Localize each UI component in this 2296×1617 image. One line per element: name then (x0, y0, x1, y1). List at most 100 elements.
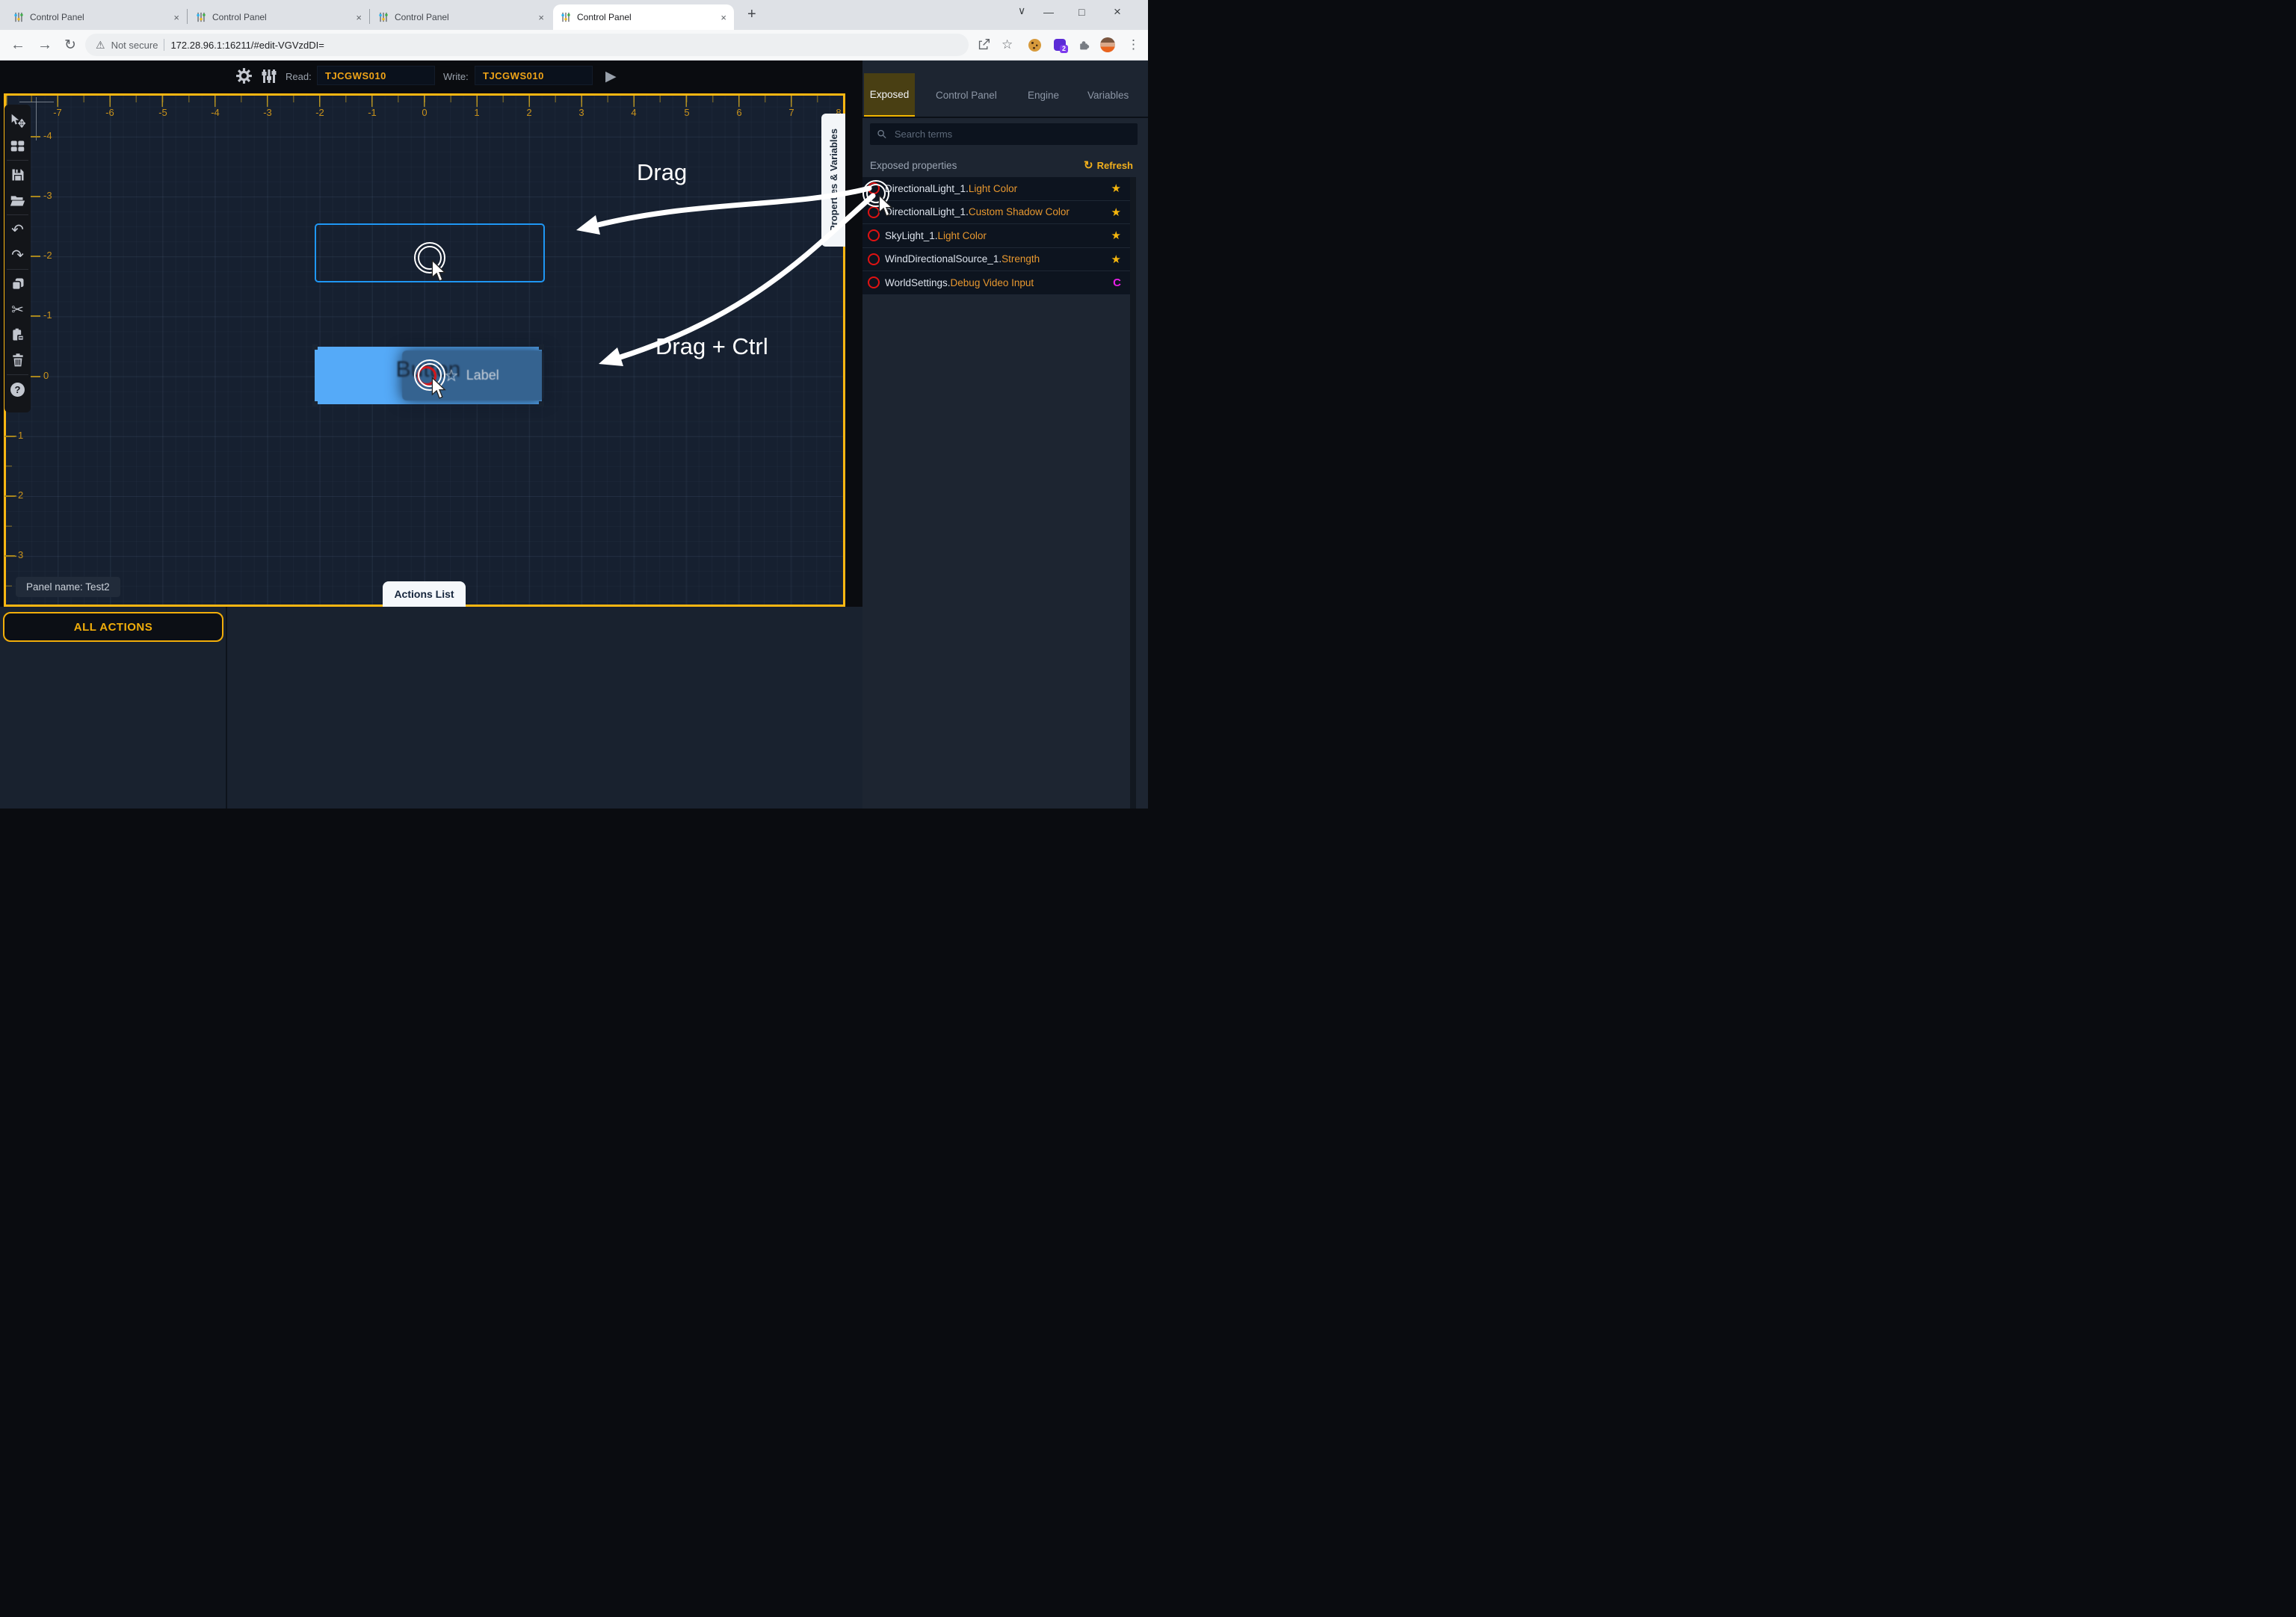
tab-close-icon[interactable]: × (173, 12, 179, 23)
star-badge-icon[interactable]: ★ (1111, 229, 1121, 242)
resize-handle[interactable] (539, 401, 544, 406)
open-button[interactable] (4, 188, 31, 213)
mouse-cursor-icon (430, 259, 448, 287)
record-circle-icon[interactable] (868, 229, 880, 241)
property-row[interactable]: SkyLight_1. Light Color ★ (862, 224, 1130, 248)
property-row[interactable]: DirectionalLight_1. Light Color ★ (862, 177, 1130, 201)
tab-exposed[interactable]: Exposed (864, 73, 915, 117)
tab-control-panel[interactable]: Control Panel (936, 90, 997, 101)
star-badge-icon[interactable]: ★ (1111, 205, 1121, 219)
sliders-icon[interactable] (260, 67, 278, 89)
record-circle-icon[interactable] (868, 276, 880, 288)
right-panel-tab-divider (862, 117, 1148, 118)
property-owner: WorldSettings. (885, 277, 951, 288)
paste-button[interactable] (4, 322, 31, 347)
ruler-x-label: -4 (206, 107, 224, 118)
window-chevron-icon[interactable]: ∨ (1018, 4, 1025, 17)
window-maximize-button[interactable]: □ (1078, 6, 1084, 18)
origin-crosshair-v (36, 97, 37, 140)
resize-handle[interactable] (312, 401, 318, 406)
mouse-cursor-icon (877, 194, 895, 222)
ruler-y-label: -1 (43, 309, 52, 321)
redo-button[interactable]: ↷ (4, 242, 31, 268)
profile-avatar[interactable] (1100, 37, 1115, 52)
ruler-y-tick (30, 315, 40, 317)
actions-panel-divider (226, 607, 227, 808)
read-input[interactable] (317, 66, 435, 85)
search-box[interactable] (870, 123, 1138, 145)
scrollbar-track[interactable] (1130, 177, 1136, 808)
properties-variables-tab[interactable]: Properties & Variables (821, 114, 845, 247)
help-icon: ? (10, 383, 25, 397)
share-icon[interactable] (978, 38, 990, 55)
star-badge-icon[interactable]: ★ (1111, 253, 1121, 266)
reload-button[interactable]: ↻ (64, 37, 76, 54)
controller-badge[interactable]: C (1113, 276, 1121, 289)
bookmark-star-icon[interactable]: ☆ (1002, 37, 1013, 52)
select-move-tool[interactable] (4, 108, 31, 133)
window-close-button[interactable]: × (1114, 4, 1121, 19)
cookie-extension-icon[interactable] (1028, 39, 1041, 52)
url-text[interactable]: 172.28.96.1:16211/#edit-VGVzdDI= (170, 40, 324, 51)
browser-tab-4-active[interactable]: Control Panel × (553, 4, 734, 30)
tab-close-icon[interactable]: × (538, 12, 544, 23)
play-button[interactable]: ▶ (605, 68, 617, 85)
back-button[interactable]: ← (10, 37, 25, 54)
star-badge-icon[interactable]: ★ (1111, 182, 1121, 195)
ruler-y-label: 0 (43, 370, 49, 381)
window-minimize-button[interactable]: — (1043, 6, 1054, 18)
all-actions-button[interactable]: ALL ACTIONS (3, 612, 223, 642)
property-row[interactable]: DirectionalLight_1. Custom Shadow Color … (862, 201, 1130, 225)
undo-button[interactable]: ↶ (4, 217, 31, 242)
ruler-x-minor (6, 96, 843, 102)
resize-handle[interactable] (312, 344, 318, 350)
browser-tab-1[interactable]: Control Panel × (6, 4, 187, 30)
security-label[interactable]: Not secure (111, 40, 158, 51)
write-label: Write: (443, 71, 469, 82)
tab-close-icon[interactable]: × (720, 12, 726, 23)
browser-menu-kebab-icon[interactable]: ⋮ (1127, 37, 1140, 52)
record-circle-icon[interactable] (868, 253, 880, 265)
tab-title: Control Panel (577, 12, 715, 22)
tab-variables[interactable]: Variables (1087, 90, 1129, 101)
exposed-properties-list: DirectionalLight_1. Light Color ★ Direct… (862, 177, 1130, 295)
ruler-y-label: 1 (18, 430, 23, 441)
ruler-y-label: -4 (43, 130, 52, 141)
ruler-y-tick (30, 256, 40, 257)
help-button[interactable]: ? (4, 377, 31, 402)
settings-gear-icon[interactable] (235, 67, 253, 89)
ruler-y-tick (30, 136, 40, 137)
cut-button[interactable]: ✂ (4, 297, 31, 322)
tab-title: Control Panel (30, 12, 167, 22)
browser-tab-3[interactable]: Control Panel × (371, 4, 552, 30)
address-bar[interactable]: ⚠ Not secure 172.28.96.1:16211/#edit-VGV… (85, 34, 969, 56)
property-row[interactable]: WindDirectionalSource_1. Strength ★ (862, 248, 1130, 272)
tab-engine[interactable]: Engine (1028, 90, 1059, 101)
refresh-icon: ↻ (1084, 158, 1093, 172)
purple-extension-icon[interactable]: 2 (1054, 39, 1066, 51)
ruler-y-label: -2 (43, 250, 52, 261)
extensions-puzzle-icon[interactable] (1078, 39, 1090, 55)
widget-grid-tool[interactable] (4, 133, 31, 158)
not-secure-warning-icon: ⚠ (96, 39, 105, 52)
search-input[interactable] (893, 128, 1131, 140)
write-input[interactable] (475, 66, 593, 85)
copy-button[interactable] (4, 271, 31, 297)
new-tab-button[interactable]: + (747, 6, 756, 23)
control-panel-favicon (561, 12, 571, 22)
ruler-y-tick (30, 196, 40, 197)
forward-button[interactable]: → (37, 37, 52, 54)
property-row[interactable]: WorldSettings. Debug Video Input C (862, 271, 1130, 295)
palette-separator (7, 160, 28, 161)
refresh-button[interactable]: ↻ Refresh (1084, 158, 1133, 172)
properties-variables-label: Properties & Variables (828, 129, 839, 232)
ruler-y-label: -3 (43, 190, 52, 201)
tool-palette: ↶ ↷ ✂ ? (4, 105, 31, 412)
delete-button[interactable] (4, 347, 31, 373)
tab-close-icon[interactable]: × (356, 12, 362, 23)
actions-list-tab[interactable]: Actions List (383, 581, 466, 607)
browser-tab-2[interactable]: Control Panel × (188, 4, 369, 30)
resize-handle[interactable] (539, 344, 544, 350)
save-button[interactable] (4, 162, 31, 188)
read-label: Read: (286, 71, 312, 82)
